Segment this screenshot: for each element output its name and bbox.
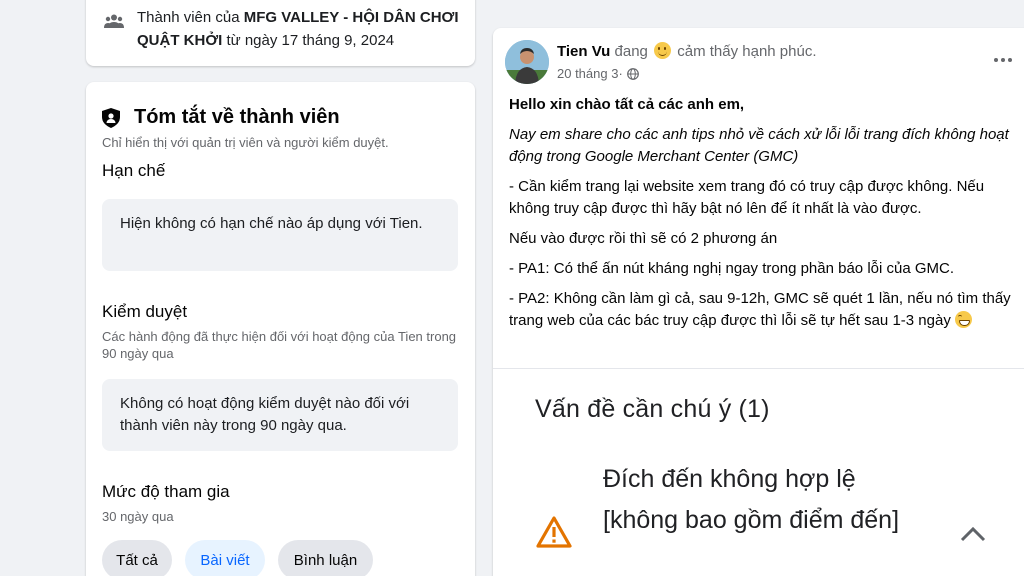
filter-posts-button[interactable]: Bài viết: [185, 540, 265, 576]
issue-heading: Vấn đề cần chú ý (1): [535, 395, 770, 423]
moderation-desc: Các hành động đã thực hiện đối với hoạt …: [102, 329, 457, 361]
post-author-line: Tien Vu đang cảm thấy hạnh phúc.: [557, 42, 817, 60]
avatar[interactable]: [505, 40, 549, 84]
post-greeting: Hello xin chào tất cả các anh em,: [509, 96, 745, 113]
post-card: Tien Vu đang cảm thấy hạnh phúc. 20 thán…: [493, 28, 1024, 576]
grin-icon: [955, 311, 972, 328]
post-paragraph: - PA2: Không cần làm gì cả, sau 9-12h, G…: [509, 290, 1011, 329]
membership-card: Thành viên của MFG VALLEY - HỘI DÂN CHƠI…: [86, 0, 475, 66]
engagement-title: Mức độ tham gia: [102, 482, 230, 501]
smile-icon: [654, 42, 672, 59]
shield-icon: [102, 107, 120, 128]
warning-icon: [536, 516, 572, 548]
more-options-button[interactable]: [989, 48, 1017, 72]
post-image[interactable]: Vấn đề cần chú ý (1) Đích đến không hợp …: [493, 368, 1024, 576]
filter-comments-button[interactable]: Bình luận: [278, 540, 373, 576]
moderation-title: Kiểm duyệt: [102, 302, 188, 321]
post-meta: 20 tháng 3 ·: [557, 66, 639, 81]
post-author[interactable]: Tien Vu: [557, 43, 610, 60]
post-body: Hello xin chào tất cả các anh em, Nay em…: [509, 94, 1023, 340]
post-intro: Nay em share cho các anh tips nhỏ về các…: [509, 126, 1009, 165]
summary-subtitle: Chỉ hiển thị với quản trị viên và người …: [102, 135, 389, 150]
post-date[interactable]: 20 tháng 3: [557, 66, 618, 81]
summary-title: Tóm tắt về thành viên: [134, 106, 340, 128]
chevron-up-icon: [960, 526, 986, 542]
member-summary-card: Tóm tắt về thành viên Chỉ hiển thị với q…: [86, 82, 475, 576]
people-icon: [104, 14, 124, 28]
summary-header: Tóm tắt về thành viên: [102, 106, 340, 129]
post-paragraph: - PA1: Có thể ấn nút kháng nghị ngay tro…: [509, 260, 955, 277]
restriction-title: Hạn chế: [102, 161, 166, 180]
restriction-box: Hiện không có hạn chế nào áp dụng với Ti…: [102, 199, 458, 271]
issue-text: Đích đến không hợp lệ [không bao gồm điể…: [603, 465, 900, 534]
filter-all-button[interactable]: Tất cả: [102, 540, 172, 576]
membership-text: Thành viên của MFG VALLEY - HỘI DÂN CHƠI…: [137, 9, 459, 49]
globe-icon: [626, 67, 639, 80]
post-paragraph: Nếu vào được rồi thì sẽ có 2 phương án: [509, 230, 778, 247]
moderation-box: Không có hoạt động kiểm duyệt nào đối vớ…: [102, 379, 458, 451]
engagement-desc: 30 ngày qua: [102, 509, 174, 524]
post-paragraph: - Cần kiểm trang lại website xem trang đ…: [509, 178, 985, 217]
